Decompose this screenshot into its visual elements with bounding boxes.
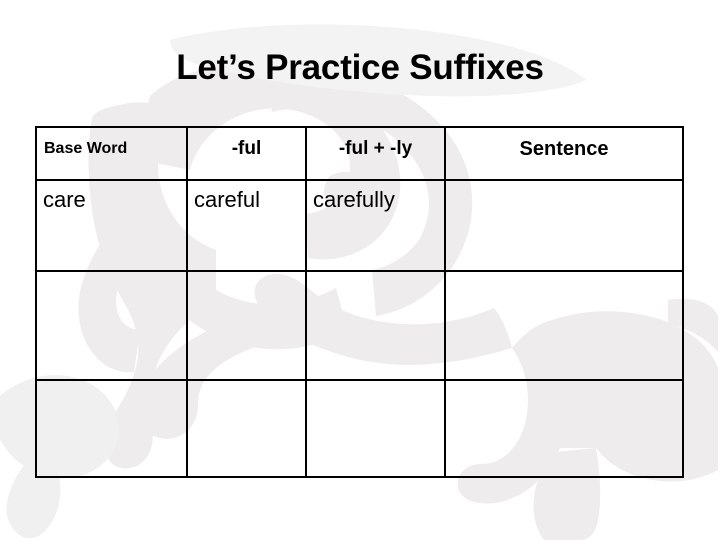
cell-ful-ly-text: carefully	[313, 187, 395, 212]
cell-sentence[interactable]	[444, 179, 684, 272]
cell-ful-text	[188, 272, 305, 278]
column-header-base-word: Base Word	[35, 126, 188, 181]
column-header-ful-label: -ful	[231, 138, 262, 159]
cell-sentence-text	[446, 381, 682, 387]
table-row	[35, 270, 684, 381]
table-row: care careful carefully	[35, 179, 684, 272]
cell-ful[interactable]	[186, 379, 307, 478]
cell-ful-text: careful	[194, 187, 261, 212]
cell-sentence[interactable]	[444, 379, 684, 478]
cell-base-word-text: care	[43, 187, 86, 212]
cell-ful-ly[interactable]	[305, 379, 446, 478]
column-header-sentence-label: Sentence	[519, 138, 609, 160]
column-header-sentence: Sentence	[444, 126, 684, 181]
cell-ful-ly[interactable]	[305, 270, 446, 381]
cell-sentence-text	[446, 272, 682, 278]
column-header-ful: -ful	[186, 126, 307, 181]
cell-ful[interactable]: careful	[186, 179, 307, 272]
table-header-row: Base Word -ful -ful + -ly Sentence	[35, 126, 684, 181]
cell-ful-ly[interactable]: carefully	[305, 179, 446, 272]
cell-base-word-text	[37, 272, 186, 278]
cell-ful-text	[188, 381, 305, 387]
cell-sentence-text	[446, 181, 682, 187]
cell-ful[interactable]	[186, 270, 307, 381]
table-row	[35, 379, 684, 478]
cell-base-word[interactable]	[35, 379, 188, 478]
column-header-ful-ly-label: -ful + -ly	[338, 138, 413, 159]
page-title: Let’s Practice Suffixes	[176, 48, 544, 87]
cell-base-word[interactable]: care	[35, 179, 188, 272]
suffix-practice-table: Base Word -ful -ful + -ly Sentence care	[35, 126, 684, 478]
cell-ful-ly-text	[307, 381, 444, 387]
cell-base-word-text	[37, 381, 186, 387]
slide-canvas: Let’s Practice Suffixes Base Word -ful -…	[0, 0, 720, 540]
column-header-base-word-label: Base Word	[44, 140, 128, 157]
cell-base-word[interactable]	[35, 270, 188, 381]
cell-sentence[interactable]	[444, 270, 684, 381]
cell-ful-ly-text	[307, 272, 444, 278]
column-header-ful-ly: -ful + -ly	[305, 126, 446, 181]
